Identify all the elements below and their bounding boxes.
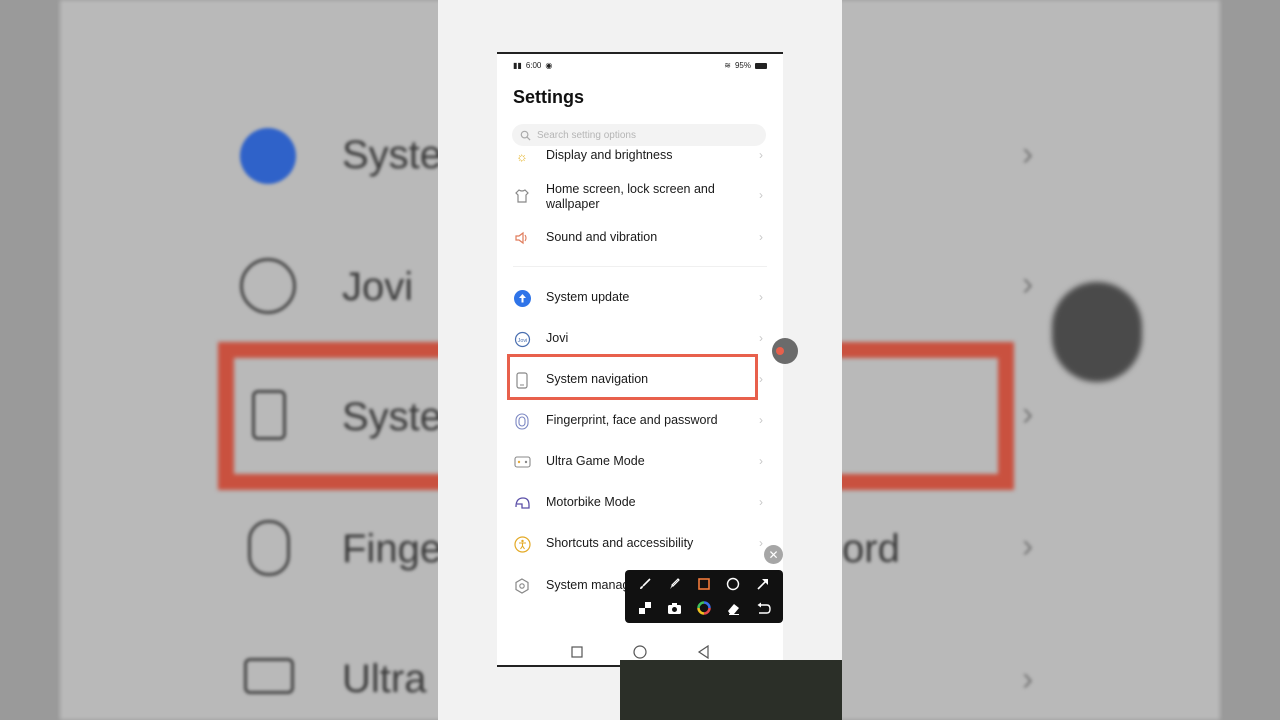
settings-item-fingerprint[interactable]: Fingerprint, face and password › — [497, 412, 783, 430]
gamepad-icon — [513, 453, 531, 471]
background-jovi-icon — [240, 258, 296, 314]
background-fingerprint-icon — [248, 520, 290, 576]
fingerprint-icon — [513, 412, 531, 430]
annotation-toolbar — [625, 570, 783, 623]
battery-percentage: 95% — [734, 61, 751, 70]
signal-icon: ▮▮ — [513, 61, 522, 70]
settings-item-jovi[interactable]: Jovi Jovi › — [497, 331, 783, 347]
home-circle-icon[interactable] — [632, 644, 647, 662]
settings-item-home-screen[interactable]: Home screen, lock screen and wallpaper › — [497, 180, 783, 212]
background-chevron-icon: › — [1022, 527, 1034, 565]
settings-item-ultra-game-mode[interactable]: Ultra Game Mode › — [497, 454, 783, 470]
background-gamepad-icon — [244, 658, 294, 694]
chevron-right-icon: › — [759, 331, 763, 345]
settings-item-sound-vibration[interactable]: Sound and vibration › — [497, 230, 783, 246]
record-dot-icon — [776, 347, 784, 355]
tshirt-icon — [513, 187, 531, 205]
background-chevron-icon: › — [1022, 135, 1034, 173]
settings-item-label: Sound and vibration — [546, 230, 658, 244]
chevron-right-icon: › — [759, 148, 763, 162]
settings-item-label: System update — [546, 290, 630, 304]
rectangle-icon[interactable] — [694, 574, 714, 594]
highlighter-icon[interactable] — [664, 574, 684, 594]
settings-item-label: Ultra Game Mode — [546, 454, 645, 468]
jovi-icon: Jovi — [513, 330, 531, 348]
settings-item-label: Fingerprint, face and password — [546, 413, 718, 427]
chevron-right-icon: › — [759, 188, 763, 202]
wifi-icon: ≋ — [724, 61, 731, 70]
settings-item-label: Shortcuts and accessibility — [546, 536, 694, 550]
chevron-right-icon: › — [759, 290, 763, 304]
brush-icon[interactable] — [635, 574, 655, 594]
search-bar[interactable] — [512, 124, 766, 146]
floating-recorder-bubble[interactable] — [772, 338, 798, 364]
video-thumbnail-strip — [620, 660, 842, 720]
recents-square-icon[interactable] — [570, 645, 583, 661]
chevron-right-icon: › — [759, 454, 763, 468]
page-title: Settings — [513, 87, 585, 107]
background-phone-icon — [252, 390, 286, 440]
status-bar: ▮▮ 6:00 ◉ ≋ 95% — [497, 60, 783, 72]
annotation-highlight-box — [507, 354, 758, 400]
hexagon-gear-icon — [513, 577, 531, 595]
settings-item-label: Display and brightness — [546, 148, 673, 162]
sun-icon: ☼ — [516, 148, 528, 164]
svg-text:Jovi: Jovi — [517, 338, 527, 344]
settings-item-label: Home screen, lock screen and wallpaper — [546, 182, 715, 211]
background-floating-bubble — [1052, 282, 1142, 382]
chevron-right-icon: › — [759, 372, 763, 386]
notification-icon: ◉ — [545, 61, 553, 70]
battery-icon — [755, 62, 767, 69]
section-divider — [513, 266, 767, 267]
background-update-icon — [240, 128, 296, 184]
settings-item-system-update[interactable]: System update › — [497, 289, 783, 307]
speaker-icon — [513, 229, 531, 247]
search-icon — [520, 130, 531, 141]
background-label-system-navigation: Syste — [342, 395, 443, 439]
accessibility-icon — [513, 535, 531, 553]
background-label-ultra: Ultra — [342, 657, 427, 701]
settings-item-motorbike-mode[interactable]: Motorbike Mode › — [497, 495, 783, 511]
settings-item-label: Motorbike Mode — [546, 495, 636, 509]
back-triangle-icon[interactable] — [697, 644, 710, 662]
camera-icon[interactable] — [664, 598, 684, 618]
arrow-icon[interactable] — [753, 574, 773, 594]
chevron-right-icon: › — [759, 536, 763, 550]
color-wheel-icon[interactable] — [694, 598, 714, 618]
update-arrow-icon — [513, 289, 531, 307]
background-chevron-icon: › — [1022, 265, 1034, 303]
search-input[interactable] — [537, 129, 747, 141]
background-label-jovi: Jovi — [342, 265, 414, 309]
undo-icon[interactable] — [753, 598, 773, 618]
settings-item-display-brightness[interactable]: ☼ Display and brightness › — [497, 148, 783, 164]
mosaic-icon[interactable] — [635, 598, 655, 618]
circle-icon[interactable] — [723, 574, 743, 594]
settings-item-label: Jovi — [546, 331, 569, 345]
chevron-right-icon: › — [759, 495, 763, 509]
chevron-right-icon: › — [759, 413, 763, 427]
background-chevron-icon: › — [1022, 395, 1034, 433]
close-toolbar-button[interactable]: ✕ — [764, 545, 783, 564]
background-label-system-update: Syste — [342, 133, 443, 177]
eraser-icon[interactable] — [723, 598, 743, 618]
background-chevron-icon: › — [1022, 660, 1034, 698]
helmet-icon — [513, 494, 531, 512]
background-label-fingerprint-tail: ord — [842, 527, 900, 571]
close-icon: ✕ — [768, 547, 779, 562]
settings-item-shortcuts-accessibility[interactable]: Shortcuts and accessibility › — [497, 535, 783, 553]
status-time: 6:00 — [525, 61, 542, 70]
chevron-right-icon: › — [759, 230, 763, 244]
background-label-fingerprint: Finge — [342, 527, 443, 571]
